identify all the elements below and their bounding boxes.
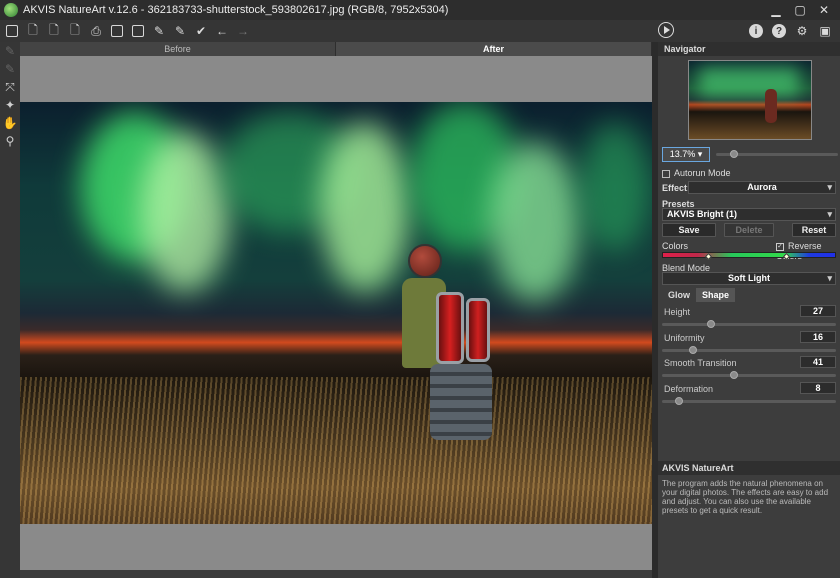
reverse-colors-checkbox[interactable]: ✓ [776,242,784,251]
settings-sidebar: Navigator 13.7% ▾ Autorun Mode Effect: A… [658,42,840,578]
close-icon[interactable]: ✕ [812,3,836,17]
effect-subtabs: Glow Shape [662,288,736,302]
effect-select[interactable]: Aurora [688,181,836,194]
info-text: The program adds the natural phenomena o… [662,479,829,515]
blend-mode-select[interactable]: Soft Light [662,272,836,285]
smooth-transition-label: Smooth Transition [664,358,737,368]
save-icon[interactable]: 🗋 [45,22,63,40]
export-icon[interactable]: 🗋 [66,22,84,40]
smooth-transition-slider-knob[interactable] [730,371,739,379]
view-tabs: Before After [20,42,652,56]
zoom-row: 13.7% ▾ [662,147,838,163]
open-icon[interactable]: 🗋 [24,22,42,40]
presets-icon[interactable]: ✔ [192,22,210,40]
zoom-icon[interactable]: ⚲ [0,132,20,150]
hand-icon[interactable]: ✋ [0,114,20,132]
minimize-icon[interactable]: ▁ [764,3,788,17]
home-icon[interactable] [3,22,21,40]
share-icon[interactable] [129,22,147,40]
height-value[interactable]: 27 [800,305,836,317]
info-title: AKVIS NatureArt [658,461,840,475]
autorun-label: Autorun Mode [674,168,731,178]
uniformity-label: Uniformity [664,333,705,343]
autorun-checkbox[interactable] [662,169,670,178]
tab-after[interactable]: After [336,42,652,56]
uniformity-slider-knob[interactable] [688,346,697,354]
height-slider[interactable] [662,323,836,326]
window-title: AKVIS NatureArt v.12.6 - 362183733-shutt… [23,4,449,16]
zoom-slider-knob[interactable] [730,150,738,158]
navigator-thumbnail[interactable] [688,60,812,140]
app-logo-icon [4,3,18,17]
wheat-field [20,377,652,524]
eraser-icon[interactable]: ✎ [0,42,20,60]
tank-right [466,298,490,362]
helmet [408,244,442,278]
smooth-transition-value[interactable]: 41 [800,356,836,368]
print-icon[interactable]: ⎙ [87,22,105,40]
jetpack-base [430,364,492,440]
brush-tool-icon[interactable]: ✎ [0,60,20,78]
deformation-value[interactable]: 8 [800,382,836,394]
batch-icon[interactable] [108,22,126,40]
info-icon[interactable]: i [747,22,765,40]
height-label: Height [664,307,691,317]
help-icon[interactable]: ? [770,22,788,40]
reset-preset-button[interactable]: Reset [792,223,836,237]
height-slider-knob[interactable] [706,320,715,328]
result-photo [20,102,652,524]
smooth-transition-slider[interactable] [662,374,836,377]
tab-before[interactable]: Before [20,42,336,56]
uniformity-value[interactable]: 16 [800,331,836,343]
navigator-title: Navigator [658,42,840,56]
window-controls: ▁ ▢ ✕ [764,0,836,20]
main-toolbar: 🗋 🗋 🗋 ⎙ ✎ ✎ ✔ ← → [0,20,840,42]
tools-panel: ✎ ✎ ⤧ ✦ ✋ ⚲ [0,42,20,578]
brush-alt-icon[interactable]: ✎ [171,22,189,40]
title-bar: AKVIS NatureArt v.12.6 - 362183733-shutt… [0,0,840,20]
maximize-icon[interactable]: ▢ [788,3,812,17]
tab-shape[interactable]: Shape [696,288,736,302]
image-canvas[interactable] [20,56,652,570]
deformation-slider[interactable] [662,400,836,403]
redo-icon[interactable]: → [234,22,252,40]
deformation-label: Deformation [664,384,714,394]
tank-left [436,292,464,364]
settings-icon[interactable]: ⚙ [793,22,811,40]
save-preset-button[interactable]: Save [662,223,716,237]
transform-icon[interactable]: ⤧ [0,78,20,96]
zoom-select[interactable]: 13.7% ▾ [662,147,710,162]
deformation-slider-knob[interactable] [675,397,684,405]
color-picker-icon[interactable]: ✦ [0,96,20,114]
undo-icon[interactable]: ← [213,22,231,40]
run-play-icon[interactable] [658,22,674,38]
autorun-row[interactable]: Autorun Mode [662,168,838,178]
brush-icon[interactable]: ✎ [150,22,168,40]
tab-glow[interactable]: Glow [662,288,696,302]
toolbar-right: i ? ⚙ ▣ [742,20,834,42]
color-gradient-bar[interactable] [662,252,836,258]
notifications-icon[interactable]: ▣ [816,22,834,40]
delete-preset-button[interactable]: Delete [724,223,774,237]
preset-select[interactable]: AKVIS Bright (1) [662,208,836,221]
